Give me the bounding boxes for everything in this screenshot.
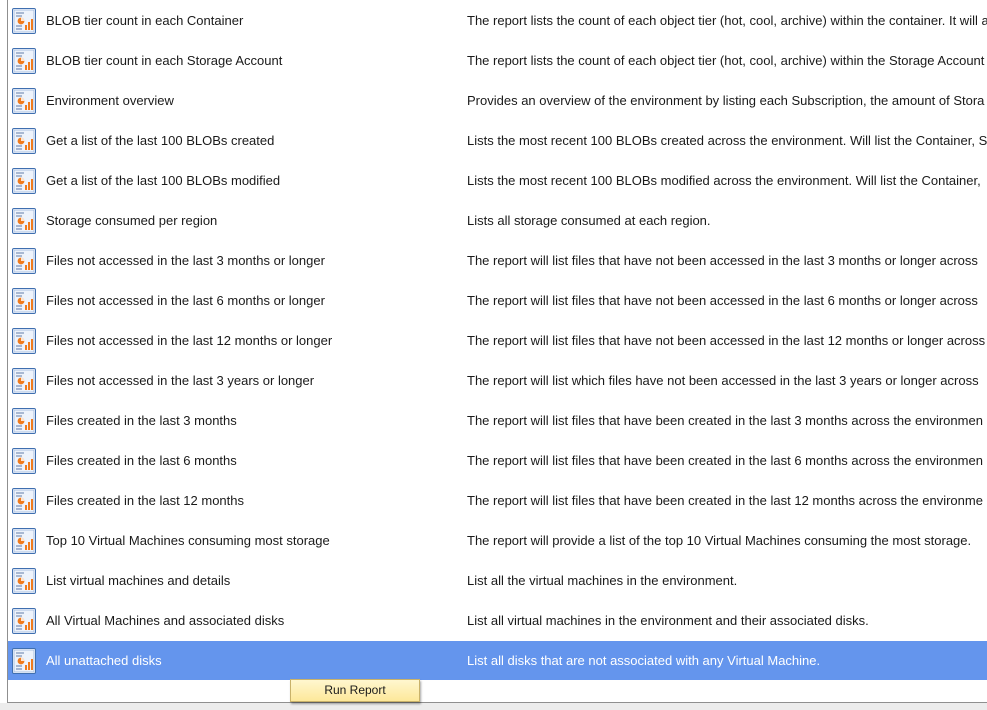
- report-chart-icon: [12, 648, 36, 674]
- report-name: Storage consumed per region: [46, 213, 218, 228]
- report-row[interactable]: All unattached disks List all disks that …: [8, 641, 987, 680]
- report-chart-icon: [12, 88, 36, 114]
- report-name: BLOB tier count in each Container: [46, 13, 244, 28]
- report-row[interactable]: Files not accessed in the last 3 months …: [8, 241, 987, 281]
- report-name: Files not accessed in the last 3 years o…: [46, 373, 315, 388]
- report-description: The report will list files that have not…: [467, 333, 986, 348]
- report-chart-icon: [12, 368, 36, 394]
- report-description: The report will list files that have bee…: [467, 413, 983, 428]
- report-description: Provides an overview of the environment …: [467, 93, 985, 108]
- report-chart-icon: [12, 488, 36, 514]
- report-description: List all disks that are not associated w…: [467, 653, 821, 668]
- report-chart-icon: [12, 408, 36, 434]
- report-description: The report will list which files have no…: [467, 373, 979, 388]
- report-description: The report will list files that have bee…: [467, 453, 983, 468]
- report-name: BLOB tier count in each Storage Account: [46, 53, 283, 68]
- report-chart-icon: [12, 128, 36, 154]
- report-chart-icon: [12, 208, 36, 234]
- report-row[interactable]: Storage consumed per region Lists all sto…: [8, 201, 987, 241]
- report-description: The report will list files that have not…: [467, 293, 978, 308]
- report-row[interactable]: Files created in the last 3 months The re…: [8, 401, 987, 441]
- report-name: Files created in the last 3 months: [46, 413, 237, 428]
- report-name: Files created in the last 12 months: [46, 493, 244, 508]
- report-chart-icon: [12, 168, 36, 194]
- report-chart-icon: [12, 8, 36, 34]
- report-row[interactable]: Get a list of the last 100 BLOBs created…: [8, 121, 987, 161]
- report-name: Get a list of the last 100 BLOBs modifie…: [46, 173, 281, 188]
- report-chart-icon: [12, 608, 36, 634]
- report-chart-icon: [12, 448, 36, 474]
- report-list[interactable]: BLOB tier count in each Container The rep…: [0, 0, 987, 680]
- report-name: All unattached disks: [46, 653, 162, 668]
- report-name: Get a list of the last 100 BLOBs created: [46, 133, 275, 148]
- report-row[interactable]: List virtual machines and details List al…: [8, 561, 987, 601]
- report-name: Files not accessed in the last 12 months…: [46, 333, 333, 348]
- report-chart-icon: [12, 48, 36, 74]
- report-row[interactable]: Top 10 Virtual Machines consuming most s…: [8, 521, 987, 561]
- report-name: Files created in the last 6 months: [46, 453, 237, 468]
- report-description: The report lists the count of each objec…: [467, 53, 985, 68]
- report-description: Lists the most recent 100 BLOBs created …: [467, 133, 987, 148]
- report-row[interactable]: Files created in the last 12 months The r…: [8, 481, 987, 521]
- report-row[interactable]: Files not accessed in the last 12 months…: [8, 321, 987, 361]
- report-name: Top 10 Virtual Machines consuming most s…: [46, 533, 330, 548]
- report-name: Files not accessed in the last 3 months …: [46, 253, 325, 268]
- report-description: List all virtual machines in the environ…: [467, 613, 869, 628]
- report-description: List all the virtual machines in the env…: [467, 573, 738, 588]
- report-name: All Virtual Machines and associated disk…: [46, 613, 285, 628]
- status-strip: [0, 703, 987, 710]
- report-name: List virtual machines and details: [46, 573, 231, 588]
- report-description: Lists the most recent 100 BLOBs modified…: [467, 173, 981, 188]
- context-menu: Run Report: [290, 679, 420, 702]
- report-row[interactable]: Environment overview Provides an overview…: [8, 81, 987, 121]
- report-description: The report will list files that have not…: [467, 253, 978, 268]
- report-chart-icon: [12, 248, 36, 274]
- report-name: Environment overview: [46, 93, 174, 108]
- report-description: The report will provide a list of the to…: [467, 533, 972, 548]
- report-row[interactable]: BLOB tier count in each Storage Account T…: [8, 41, 987, 81]
- report-row[interactable]: Files not accessed in the last 3 years o…: [8, 361, 987, 401]
- report-description: The report lists the count of each objec…: [467, 13, 987, 28]
- report-chart-icon: [12, 568, 36, 594]
- run-report-menu-item[interactable]: Run Report: [291, 680, 419, 701]
- report-row[interactable]: Files created in the last 6 months The re…: [8, 441, 987, 481]
- report-row[interactable]: Files not accessed in the last 6 months …: [8, 281, 987, 321]
- report-row[interactable]: All Virtual Machines and associated disk…: [8, 601, 987, 641]
- report-chart-icon: [12, 328, 36, 354]
- report-row[interactable]: BLOB tier count in each Container The rep…: [8, 1, 987, 41]
- report-chart-icon: [12, 528, 36, 554]
- report-name: Files not accessed in the last 6 months …: [46, 293, 325, 308]
- report-row[interactable]: Get a list of the last 100 BLOBs modifie…: [8, 161, 987, 201]
- report-chart-icon: [12, 288, 36, 314]
- report-description: The report will list files that have bee…: [467, 493, 983, 508]
- report-description: Lists all storage consumed at each regio…: [467, 213, 711, 228]
